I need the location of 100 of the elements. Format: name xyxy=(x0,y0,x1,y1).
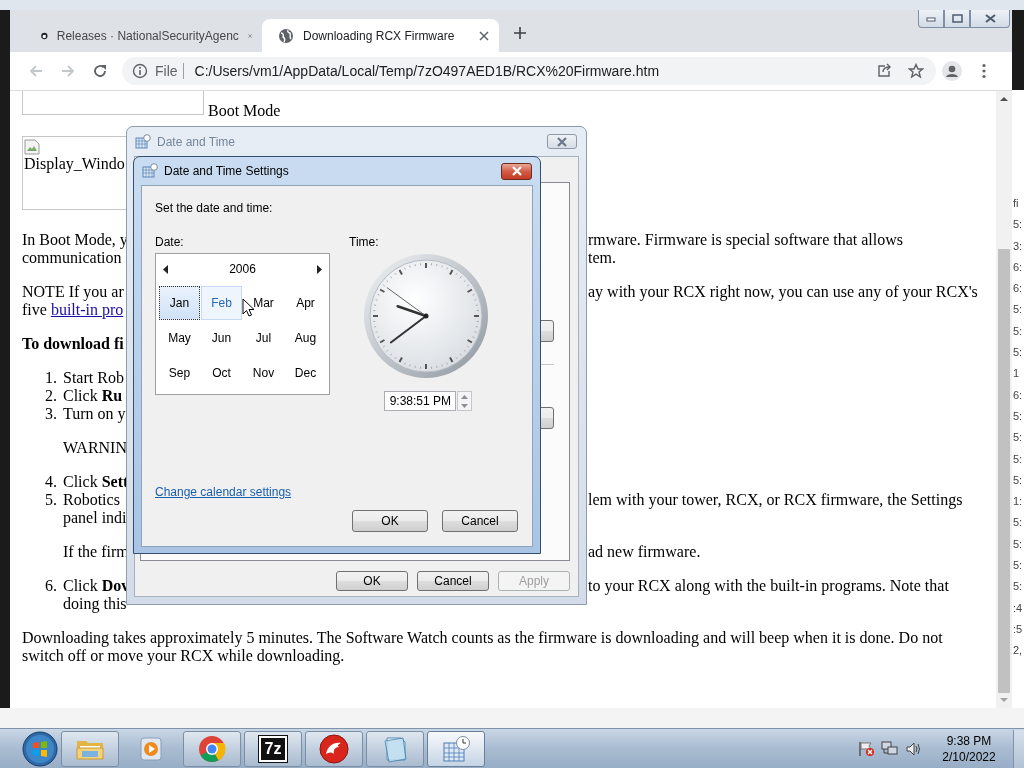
month-item[interactable]: May xyxy=(159,321,200,355)
dialog-button[interactable]: Cancel xyxy=(417,571,489,591)
info-icon[interactable] xyxy=(132,63,148,79)
paragraph-text: Robotics xyxy=(63,491,120,508)
table-cell: 6: xyxy=(1013,282,1023,295)
start-button[interactable] xyxy=(20,729,60,768)
calendar-clock-icon xyxy=(135,133,151,150)
scroll-down-icon[interactable] xyxy=(1000,696,1008,704)
month-item[interactable]: Jun xyxy=(201,321,242,355)
menu-icon xyxy=(982,63,986,79)
close-icon[interactable] xyxy=(479,30,489,41)
list-number: 4. xyxy=(44,473,57,491)
scroll-up-icon[interactable] xyxy=(1000,95,1008,103)
close-icon xyxy=(556,136,568,147)
paragraph-text: Downloading takes approximately 5 minutes. The Software Watch counts as the firmware is downloading and will beep when it is done. Do not xyxy=(22,629,943,646)
list-number: 1. xyxy=(44,369,57,387)
dialog-button[interactable]: Cancel xyxy=(442,510,518,532)
instruction-text: Set the date and time: xyxy=(155,200,274,216)
table-cell: 5: xyxy=(1013,452,1023,465)
paragraph-text: Click Ru xyxy=(63,387,123,404)
time-field[interactable]: 9:38:51 PM xyxy=(384,391,456,411)
list-number: 2. xyxy=(44,387,57,405)
up-arrow-icon xyxy=(461,394,468,399)
month-item[interactable]: Jan xyxy=(159,286,200,320)
scrollbar[interactable] xyxy=(996,91,1012,708)
share-icon[interactable] xyxy=(876,63,892,79)
table-cell: 5: xyxy=(1013,431,1023,444)
month-item[interactable]: Dec xyxy=(285,356,326,390)
taskbar-button[interactable] xyxy=(305,730,363,767)
volume-icon[interactable] xyxy=(905,740,923,757)
profile-icon xyxy=(942,61,962,81)
app-logo-icon xyxy=(319,733,349,764)
browser-tab[interactable]: Releases · NationalSecurityAgenc xyxy=(25,19,262,52)
table-cell: 5: xyxy=(1013,516,1023,529)
month-item[interactable]: Sep xyxy=(159,356,200,390)
month-item[interactable]: Aug xyxy=(285,321,326,355)
close-icon xyxy=(984,14,996,23)
dialog-button[interactable]: OK xyxy=(352,510,428,532)
dialog-button[interactable]: OK xyxy=(336,571,408,591)
network-icon[interactable] xyxy=(881,740,899,757)
month-item[interactable]: Feb xyxy=(201,286,242,320)
close-button[interactable] xyxy=(501,162,532,180)
calendar-clock-icon xyxy=(441,734,471,763)
down-arrow-icon xyxy=(461,403,468,408)
taskbar-button[interactable]: 7z xyxy=(244,730,302,767)
month-item[interactable]: Oct xyxy=(201,356,242,390)
clock-button[interactable]: 9:38 PM 2/10/2022 xyxy=(937,732,1001,765)
media-player-icon xyxy=(138,735,164,762)
paragraph-text: doing this xyxy=(63,595,127,612)
month-item[interactable]: Apr xyxy=(285,286,326,320)
address-bar[interactable]: File C:/Users/vm1/AppData/Local/Temp/7zO497AED1B/RCX%20Firmware.htm xyxy=(122,57,936,85)
taskbar-button[interactable] xyxy=(183,730,241,767)
table-cell: 5: xyxy=(1013,580,1023,593)
table-cell: 5: xyxy=(1013,346,1023,359)
paragraph-text: tem. xyxy=(588,249,616,266)
field-label: Date: xyxy=(155,235,184,249)
table-cell: 5: xyxy=(1013,409,1023,422)
paragraph-text: Click Sett xyxy=(63,473,129,490)
spin-button[interactable] xyxy=(457,391,472,411)
heading: To download fi xyxy=(22,335,124,353)
chrome-icon xyxy=(198,734,226,763)
close-icon xyxy=(510,166,523,176)
month-item[interactable]: Jul xyxy=(243,321,284,355)
flag-icon[interactable] xyxy=(857,740,875,757)
maximize-button[interactable] xyxy=(944,10,970,28)
previous-arrow-icon[interactable] xyxy=(163,264,169,274)
table-cell: 5: xyxy=(1013,324,1023,337)
list-number: 6. xyxy=(44,577,57,595)
paragraph-text: to your RCX along with the built-in programs. Note that xyxy=(588,577,949,594)
mouse-pointer-icon xyxy=(242,298,254,317)
archive-app-icon: 7z xyxy=(259,735,287,762)
month-item[interactable]: Nov xyxy=(243,356,284,390)
next-arrow-icon[interactable] xyxy=(316,264,322,274)
show-desktop-button[interactable] xyxy=(1013,729,1024,768)
paragraph-text: ad new firmware. xyxy=(588,543,701,560)
browser-tab[interactable]: Downloading RCX Firmware xyxy=(262,19,499,52)
minimize-button[interactable] xyxy=(918,10,944,28)
calendar-clock-icon xyxy=(142,163,158,179)
taskbar-button[interactable] xyxy=(427,730,485,767)
paragraph-text: Turn on y xyxy=(63,405,126,422)
table-cell: 5: xyxy=(1013,473,1023,486)
plus-icon[interactable] xyxy=(513,26,527,40)
list-number: 5. xyxy=(44,491,57,509)
paragraph-text: ay with your RCX right now, you can use any of your RCX's xyxy=(588,283,978,300)
notepad-icon xyxy=(381,734,409,763)
forward-icon xyxy=(60,63,76,79)
close-button[interactable] xyxy=(970,10,1010,28)
scrollbar-thumb[interactable] xyxy=(998,249,1010,693)
minimize-icon xyxy=(926,15,936,22)
paragraph-text: rmware. Firmware is special software that allows xyxy=(588,231,903,248)
paragraph-text: Start Rob xyxy=(63,369,124,386)
star-icon[interactable] xyxy=(908,63,924,79)
link[interactable]: built-in pro xyxy=(50,301,124,318)
paragraph-text: lem with your tower, RCX, or RCX firmware, the Settings xyxy=(588,491,963,508)
table-cell: :4 xyxy=(1013,601,1023,614)
table-cell: fi xyxy=(1013,197,1019,209)
calendar-year[interactable]: 2006 xyxy=(169,262,316,276)
back-icon xyxy=(28,63,44,79)
paragraph-text: NOTE If you ar xyxy=(22,283,124,300)
link[interactable]: Change calendar settings xyxy=(155,485,292,500)
